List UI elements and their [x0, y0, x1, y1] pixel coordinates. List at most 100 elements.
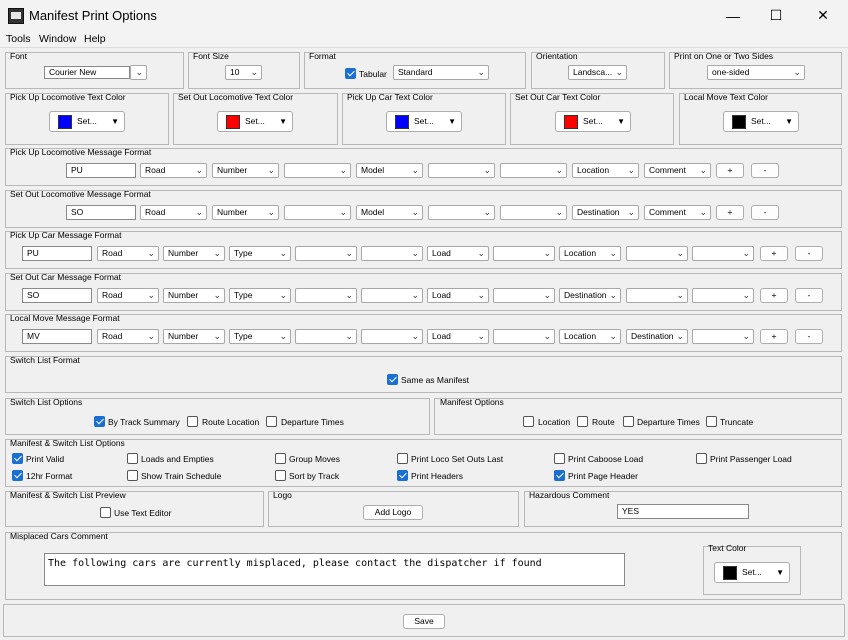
message-field-select[interactable]: Number ⌄	[163, 246, 225, 261]
message-field-select[interactable]: Load ⌄	[427, 246, 489, 261]
manifest-route-checkbox[interactable]	[577, 416, 588, 427]
message-field-select[interactable]: Location ⌄	[572, 163, 639, 178]
color-set-button[interactable]: Set... ▼	[217, 111, 293, 132]
save-button[interactable]: Save	[403, 614, 445, 629]
message-field-select[interactable]: ⌄	[493, 288, 555, 303]
message-field-select[interactable]: Type ⌄	[229, 329, 291, 344]
close-button[interactable]: ✕	[800, 0, 846, 31]
menu-tools[interactable]: Tools	[6, 33, 31, 45]
ms-option-checkbox[interactable]	[554, 470, 565, 481]
message-field-select[interactable]: ⌄	[692, 246, 754, 261]
by-track-summary-checkbox[interactable]	[94, 416, 105, 427]
message-field-select[interactable]: ⌄	[361, 246, 423, 261]
text-color-set-button[interactable]: Set... ▼	[714, 562, 790, 583]
message-prefix-input[interactable]: PU	[66, 163, 136, 178]
truncate-checkbox[interactable]	[706, 416, 717, 427]
message-field-select[interactable]: ⌄	[493, 329, 555, 344]
departure-times-checkbox[interactable]	[266, 416, 277, 427]
menu-help[interactable]: Help	[84, 33, 106, 45]
message-field-select[interactable]: Road ⌄	[97, 288, 159, 303]
message-field-select[interactable]: ⌄	[361, 329, 423, 344]
message-field-select[interactable]: ⌄	[295, 329, 357, 344]
message-prefix-input[interactable]: SO	[22, 288, 92, 303]
color-set-button[interactable]: Set... ▼	[555, 111, 631, 132]
remove-field-button[interactable]: -	[795, 288, 823, 303]
maximize-button[interactable]: ☐	[753, 0, 799, 31]
ms-option-checkbox[interactable]	[397, 453, 408, 464]
remove-field-button[interactable]: -	[795, 246, 823, 261]
format-select[interactable]: Standard ⌄	[393, 65, 489, 80]
add-field-button[interactable]: +	[716, 205, 744, 220]
remove-field-button[interactable]: -	[795, 329, 823, 344]
ms-option-checkbox[interactable]	[12, 453, 23, 464]
message-field-select[interactable]: ⌄	[361, 288, 423, 303]
remove-field-button[interactable]: -	[751, 205, 779, 220]
add-field-button[interactable]: +	[716, 163, 744, 178]
message-field-select[interactable]: Type ⌄	[229, 246, 291, 261]
message-field-select[interactable]: ⌄	[626, 288, 688, 303]
message-prefix-input[interactable]: SO	[66, 205, 136, 220]
ms-option-checkbox[interactable]	[554, 453, 565, 464]
message-field-select[interactable]: Model ⌄	[356, 163, 423, 178]
color-set-button[interactable]: Set... ▼	[49, 111, 125, 132]
message-field-select[interactable]: Model ⌄	[356, 205, 423, 220]
message-prefix-input[interactable]: PU	[22, 246, 92, 261]
sides-select[interactable]: one-sided ⌄	[707, 65, 805, 80]
color-set-button[interactable]: Set... ▼	[723, 111, 799, 132]
ms-option-checkbox[interactable]	[275, 453, 286, 464]
message-field-select[interactable]: Location ⌄	[559, 329, 621, 344]
ms-option-checkbox[interactable]	[127, 453, 138, 464]
message-field-select[interactable]: ⌄	[428, 205, 495, 220]
message-field-select[interactable]: Road ⌄	[140, 205, 207, 220]
message-field-select[interactable]: Number ⌄	[212, 205, 279, 220]
message-field-select[interactable]: Road ⌄	[97, 329, 159, 344]
message-field-select[interactable]: ⌄	[692, 288, 754, 303]
message-field-select[interactable]: Road ⌄	[140, 163, 207, 178]
same-as-manifest-checkbox[interactable]	[387, 374, 398, 385]
add-field-button[interactable]: +	[760, 288, 788, 303]
message-field-select[interactable]: ⌄	[284, 163, 351, 178]
message-field-select[interactable]: Number ⌄	[163, 329, 225, 344]
message-field-select[interactable]: Destination ⌄	[572, 205, 639, 220]
orientation-select[interactable]: Landsca... ⌄	[568, 65, 627, 80]
message-field-select[interactable]: ⌄	[295, 288, 357, 303]
message-field-select[interactable]: Number ⌄	[212, 163, 279, 178]
color-set-button[interactable]: Set... ▼	[386, 111, 462, 132]
manifest-location-checkbox[interactable]	[523, 416, 534, 427]
message-field-select[interactable]: ⌄	[500, 163, 567, 178]
font-dropdown[interactable]: ⌄	[130, 65, 147, 80]
add-field-button[interactable]: +	[760, 246, 788, 261]
message-field-select[interactable]: ⌄	[500, 205, 567, 220]
message-field-select[interactable]: Road ⌄	[97, 246, 159, 261]
message-field-select[interactable]: ⌄	[626, 246, 688, 261]
manifest-departure-times-checkbox[interactable]	[623, 416, 634, 427]
ms-option-checkbox[interactable]	[275, 470, 286, 481]
use-text-editor-checkbox[interactable]	[100, 507, 111, 518]
message-field-select[interactable]: Load ⌄	[427, 329, 489, 344]
ms-option-checkbox[interactable]	[696, 453, 707, 464]
ms-option-checkbox[interactable]	[12, 470, 23, 481]
message-field-select[interactable]: Load ⌄	[427, 288, 489, 303]
minimize-button[interactable]: —	[710, 0, 756, 31]
add-logo-button[interactable]: Add Logo	[363, 505, 423, 520]
message-field-select[interactable]: Destination ⌄	[626, 329, 688, 344]
add-field-button[interactable]: +	[760, 329, 788, 344]
message-field-select[interactable]: Comment ⌄	[644, 205, 711, 220]
font-size-select[interactable]: 10 ⌄	[225, 65, 262, 80]
tabular-checkbox[interactable]	[345, 68, 356, 79]
menu-window[interactable]: Window	[39, 33, 76, 45]
message-field-select[interactable]: ⌄	[692, 329, 754, 344]
message-field-select[interactable]: ⌄	[428, 163, 495, 178]
route-location-checkbox[interactable]	[187, 416, 198, 427]
ms-option-checkbox[interactable]	[127, 470, 138, 481]
message-field-select[interactable]: Destination ⌄	[559, 288, 621, 303]
message-prefix-input[interactable]: MV	[22, 329, 92, 344]
message-field-select[interactable]: Number ⌄	[163, 288, 225, 303]
message-field-select[interactable]: Comment ⌄	[644, 163, 711, 178]
message-field-select[interactable]: Type ⌄	[229, 288, 291, 303]
message-field-select[interactable]: ⌄	[295, 246, 357, 261]
message-field-select[interactable]: ⌄	[284, 205, 351, 220]
remove-field-button[interactable]: -	[751, 163, 779, 178]
hazardous-input[interactable]: YES	[617, 504, 749, 519]
misplaced-comment-input[interactable]: The following cars are currently misplac…	[44, 553, 625, 586]
